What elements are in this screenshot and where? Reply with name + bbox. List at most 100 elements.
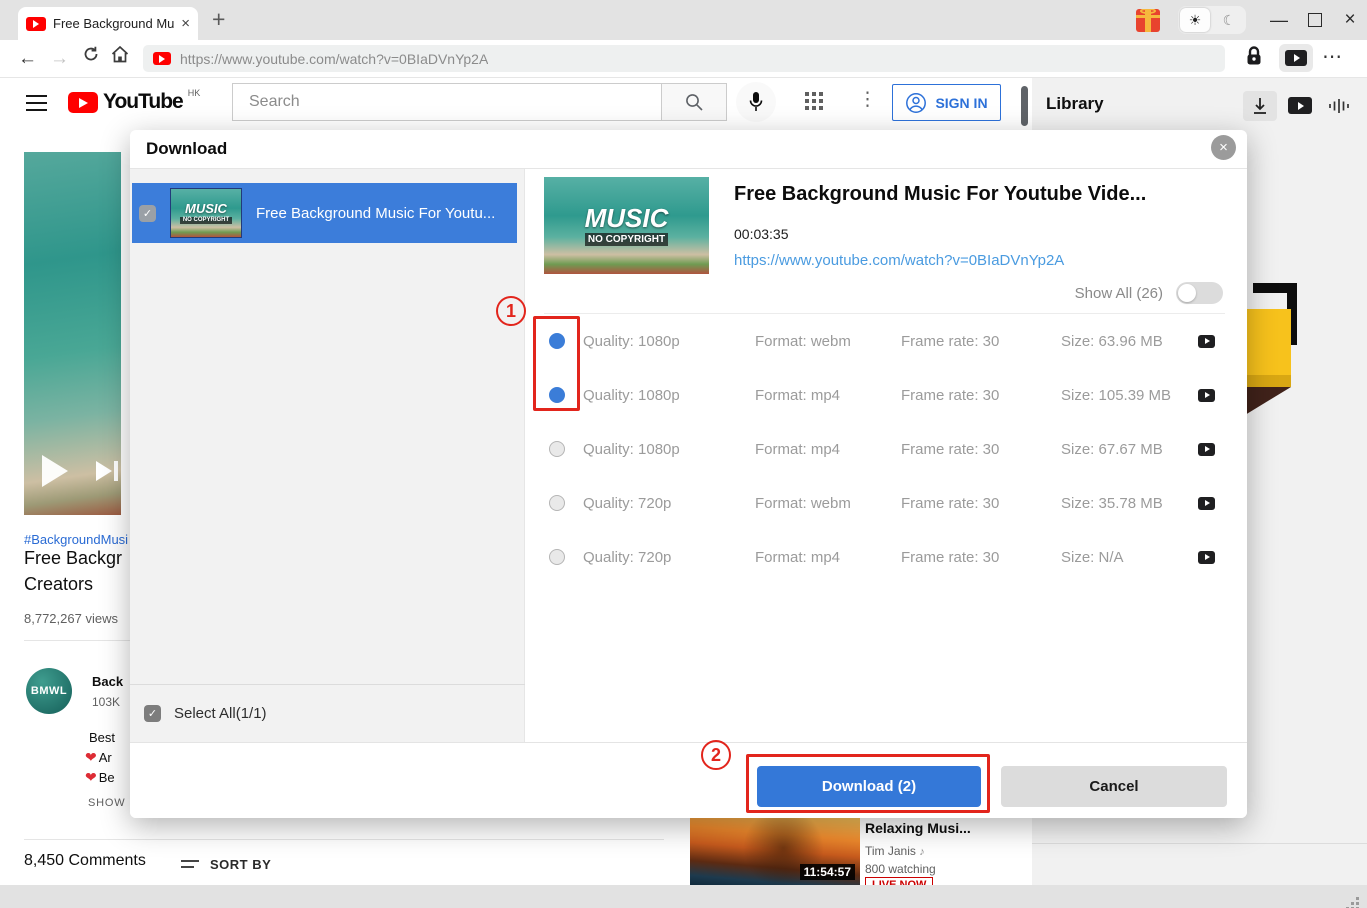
video-downloader-icon — [1285, 50, 1307, 66]
app-window: Free Background Mus × + ☀ ☾ — × ← → http… — [0, 0, 1367, 908]
hashtag-link[interactable]: #BackgroundMusi — [24, 532, 128, 547]
video-url-link[interactable]: https://www.youtube.com/watch?v=0BIaDVnY… — [734, 252, 1064, 269]
format-row-3[interactable]: Quality: 1080p Format: mp4 Frame rate: 3… — [525, 422, 1247, 476]
next-video-icon[interactable] — [96, 461, 118, 481]
video-title-line1: Free Backgr — [24, 548, 122, 569]
divider — [1032, 843, 1367, 844]
cancel-button[interactable]: Cancel — [1001, 766, 1227, 807]
format-quality: Quality: 1080p — [583, 441, 755, 458]
page-scrollbar[interactable] — [1021, 86, 1028, 126]
format-size: Size: 35.78 MB — [1061, 495, 1198, 512]
format-framerate: Frame rate: 30 — [901, 495, 1061, 512]
format-radio-2[interactable] — [549, 441, 565, 457]
format-radio-3[interactable] — [549, 495, 565, 511]
sort-by-button[interactable]: SORT BY — [210, 857, 271, 872]
lock-button[interactable] — [1245, 45, 1263, 72]
search-box[interactable] — [232, 83, 662, 121]
close-window-button[interactable]: × — [1337, 8, 1363, 32]
new-tab-button[interactable]: + — [212, 6, 225, 33]
select-all-row[interactable]: ✓ Select All(1/1) — [130, 685, 525, 742]
comment-line: ❤Be — [85, 769, 115, 786]
format-framerate: Frame rate: 30 — [901, 387, 1061, 404]
reload-button[interactable] — [82, 44, 100, 72]
theme-toggle[interactable]: ☀ ☾ — [1178, 6, 1246, 34]
forward-button[interactable]: → — [50, 45, 69, 73]
youtube-logo[interactable]: YouTube HK — [68, 90, 200, 114]
select-all-label: Select All(1/1) — [174, 705, 267, 722]
video-title: Free Background Music For Youtube Vide..… — [734, 183, 1214, 206]
maximize-button[interactable] — [1302, 8, 1328, 32]
dialog-footer: Download (2) Cancel — [130, 742, 1247, 818]
format-row-5[interactable]: Quality: 720p Format: mp4 Frame rate: 30… — [525, 530, 1247, 584]
gift-icon[interactable] — [1136, 9, 1160, 32]
youtube-region: HK — [188, 88, 201, 98]
tab-close-icon[interactable]: × — [181, 16, 190, 31]
video-player[interactable] — [24, 152, 121, 515]
home-icon — [110, 44, 130, 64]
play-icon[interactable] — [42, 455, 68, 487]
tab-bar: Free Background Mus × + ☀ ☾ — × — [0, 0, 1367, 40]
comment-text: Best — [89, 730, 115, 745]
resize-grip[interactable] — [1346, 897, 1349, 900]
show-all-control: Show All (26) — [1075, 282, 1223, 304]
search-icon — [684, 92, 704, 112]
sign-in-button[interactable]: SIGN IN — [892, 84, 1001, 121]
account-icon — [905, 92, 927, 114]
video-library-tab-icon[interactable] — [1288, 97, 1312, 114]
show-all-toggle[interactable] — [1176, 282, 1223, 304]
item-thumbnail: MUSIC NO COPYRIGHT — [170, 188, 242, 238]
downloader-button[interactable] — [1279, 44, 1313, 72]
item-title: Free Background Music For Youtu... — [256, 205, 495, 222]
video-thumbnail-large: MUSIC NO COPYRIGHT — [544, 177, 709, 274]
audio-library-tab-icon[interactable] — [1328, 98, 1350, 119]
dialog-close-button[interactable]: × — [1211, 135, 1236, 160]
video-type-icon — [1198, 335, 1215, 348]
format-quality: Quality: 1080p — [583, 333, 755, 350]
back-button[interactable]: ← — [18, 45, 37, 73]
more-options-icon[interactable]: ⋮ — [858, 88, 877, 111]
video-duration-badge: 11:54:57 — [800, 864, 855, 880]
live-now-badge: LIVE NOW — [865, 877, 933, 885]
suggested-video-title[interactable]: Relaxing Musi... — [865, 820, 971, 836]
address-bar[interactable]: https://www.youtube.com/watch?v=0BIaDVnY… — [143, 45, 1225, 72]
format-container: Format: webm — [755, 333, 901, 350]
selected-video-row[interactable]: ✓ MUSIC NO COPYRIGHT Free Background Mus… — [132, 183, 517, 243]
format-row-4[interactable]: Quality: 720p Format: webm Frame rate: 3… — [525, 476, 1247, 530]
channel-name[interactable]: Back — [92, 674, 123, 689]
download-tab-button[interactable] — [1243, 91, 1277, 121]
format-row-2[interactable]: Quality: 1080p Format: mp4 Frame rate: 3… — [525, 368, 1247, 422]
comment-line: ❤Ar — [85, 749, 112, 766]
sort-icon[interactable] — [181, 860, 199, 872]
menu-hamburger-icon[interactable] — [26, 95, 47, 116]
light-mode-icon[interactable]: ☀ — [1180, 8, 1210, 32]
url-favicon-icon — [153, 52, 171, 65]
select-all-checkbox[interactable]: ✓ — [144, 705, 161, 722]
format-radio-4[interactable] — [549, 549, 565, 565]
item-checkbox[interactable]: ✓ — [139, 205, 156, 222]
minimize-button[interactable]: — — [1266, 8, 1292, 32]
url-text: https://www.youtube.com/watch?v=0BIaDVnY… — [180, 51, 488, 67]
format-framerate: Frame rate: 30 — [901, 549, 1061, 566]
suggested-video-thumbnail[interactable]: 11:54:57 — [690, 818, 860, 885]
annotation-step-2: 2 — [701, 740, 731, 770]
format-framerate: Frame rate: 30 — [901, 441, 1061, 458]
download-icon — [1252, 97, 1268, 115]
thumbnail-text: MUSIC — [585, 205, 669, 231]
video-type-icon — [1198, 389, 1215, 402]
browser-tab[interactable]: Free Background Mus × — [18, 7, 198, 40]
show-more-link[interactable]: SHOW — [88, 797, 125, 809]
search-input[interactable] — [247, 92, 647, 112]
dialog-details: MUSIC NO COPYRIGHT Free Background Music… — [525, 169, 1247, 742]
status-strip — [0, 885, 1367, 908]
home-button[interactable] — [110, 44, 130, 73]
apps-grid-icon[interactable] — [805, 92, 823, 110]
annotation-box-2 — [746, 754, 990, 813]
dark-mode-icon[interactable]: ☾ — [1214, 8, 1244, 32]
browser-menu-button[interactable]: ⋯ — [1322, 44, 1342, 69]
voice-search-button[interactable] — [736, 82, 776, 122]
channel-avatar[interactable]: BMWL — [26, 668, 72, 714]
format-container: Format: mp4 — [755, 441, 901, 458]
tab-title: Free Background Mus — [53, 16, 174, 31]
format-row-1[interactable]: Quality: 1080p Format: webm Frame rate: … — [525, 314, 1247, 368]
search-button[interactable] — [661, 83, 727, 121]
